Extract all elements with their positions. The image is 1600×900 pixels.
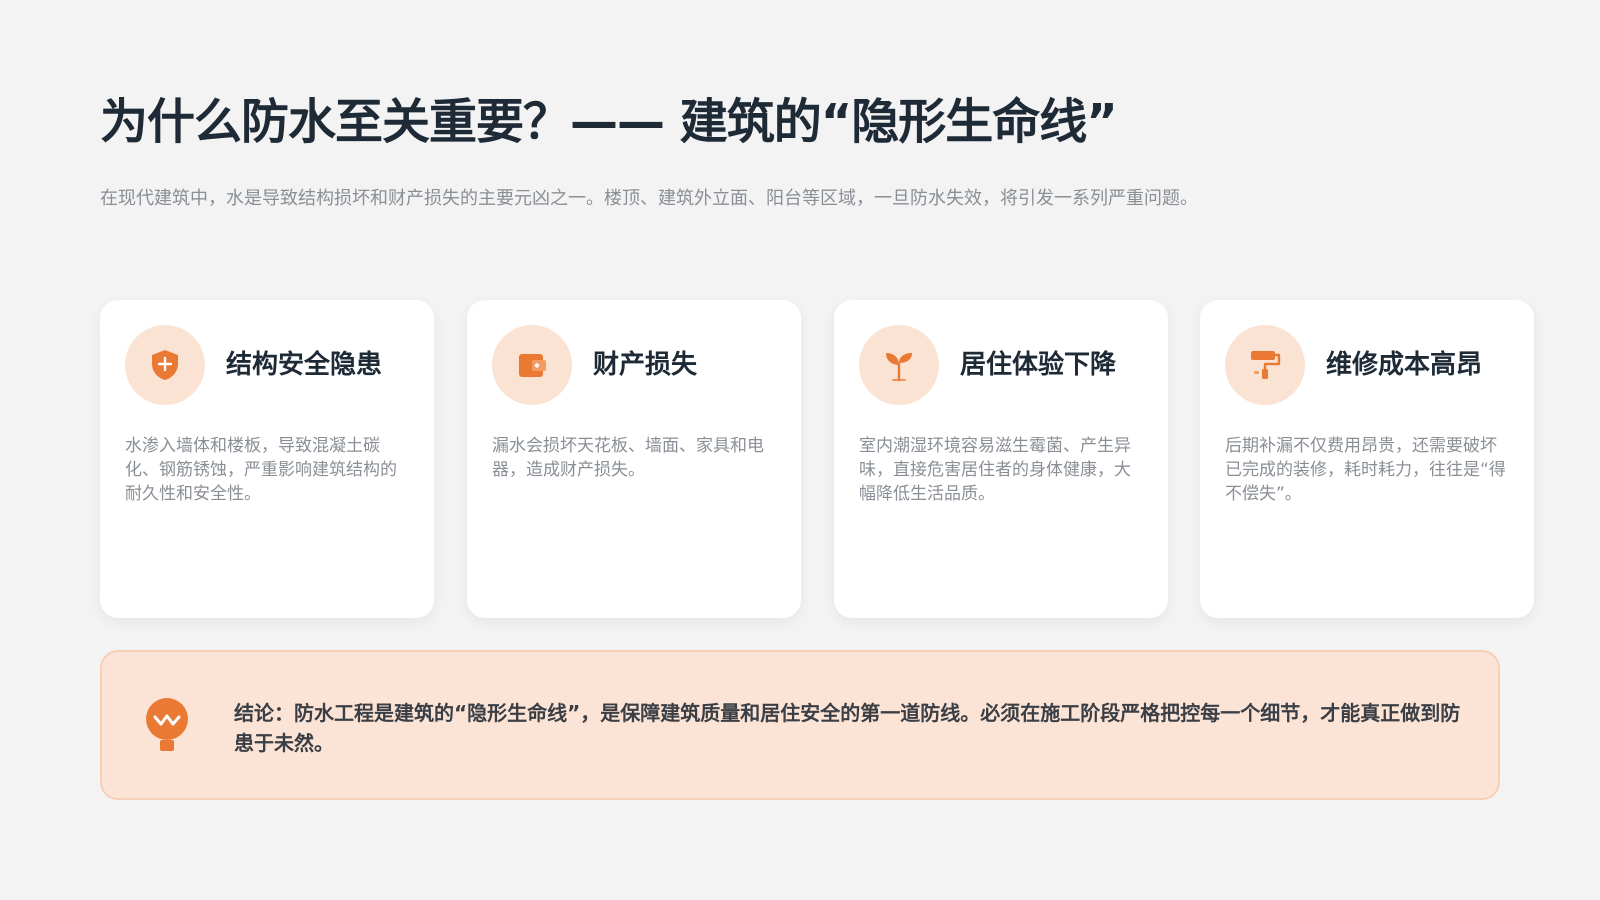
seedling-icon — [859, 325, 939, 405]
slide: 为什么防水至关重要？—— 建筑的“隐形生命线” 在现代建筑中，水是导致结构损坏和… — [100, 0, 1534, 900]
lightbulb-icon — [146, 698, 188, 751]
card-living-experience: 居住体验下降 室内潮湿环境容易滋生霉菌、产生异味，直接危害居住者的身体健康，大幅… — [834, 300, 1168, 618]
card-description: 室内潮湿环境容易滋生霉菌、产生异味，直接危害居住者的身体健康，大幅降低生活品质。 — [859, 436, 1131, 504]
card-repair-cost: 维修成本高昂 后期补漏不仅费用昂贵，还需要破坏已完成的装修，耗时耗力，往往是“得… — [1200, 300, 1534, 618]
wallet-icon — [492, 325, 572, 405]
card-property-loss: 财产损失 漏水会损坏天花板、墙面、家具和电器，造成财产损失。 — [467, 300, 801, 618]
conclusion-box: 结论：防水工程是建筑的“隐形生命线”，是保障建筑质量和居住安全的第一道防线。必须… — [100, 650, 1500, 800]
card-structural-safety: 结构安全隐患 水渗入墙体和楼板，导致混凝土碳化、钢筋锈蚀，严重影响建筑结构的耐久… — [100, 300, 434, 618]
conclusion-text: 结论：防水工程是建筑的“隐形生命线”，是保障建筑质量和居住安全的第一道防线。必须… — [234, 701, 1461, 755]
cards-row: 结构安全隐患 水渗入墙体和楼板，导致混凝土碳化、钢筋锈蚀，严重影响建筑结构的耐久… — [100, 300, 1534, 618]
paint-roller-icon — [1225, 325, 1305, 405]
shield-plus-icon — [125, 325, 205, 405]
card-title: 维修成本高昂 — [1326, 350, 1483, 380]
card-description: 漏水会损坏天花板、墙面、家具和电器，造成财产损失。 — [492, 436, 764, 480]
page-subtitle: 在现代建筑中，水是导致结构损坏和财产损失的主要元凶之一。楼顶、建筑外立面、阳台等… — [100, 188, 1198, 209]
card-description: 后期补漏不仅费用昂贵，还需要破坏已完成的装修，耗时耗力，往往是“得不偿失”。 — [1225, 436, 1506, 504]
card-title: 居住体验下降 — [960, 350, 1117, 380]
page-title: 为什么防水至关重要？—— 建筑的“隐形生命线” — [100, 94, 1118, 150]
card-title: 结构安全隐患 — [226, 350, 383, 380]
card-title: 财产损失 — [593, 350, 698, 380]
card-description: 水渗入墙体和楼板，导致混凝土碳化、钢筋锈蚀，严重影响建筑结构的耐久性和安全性。 — [125, 436, 397, 504]
